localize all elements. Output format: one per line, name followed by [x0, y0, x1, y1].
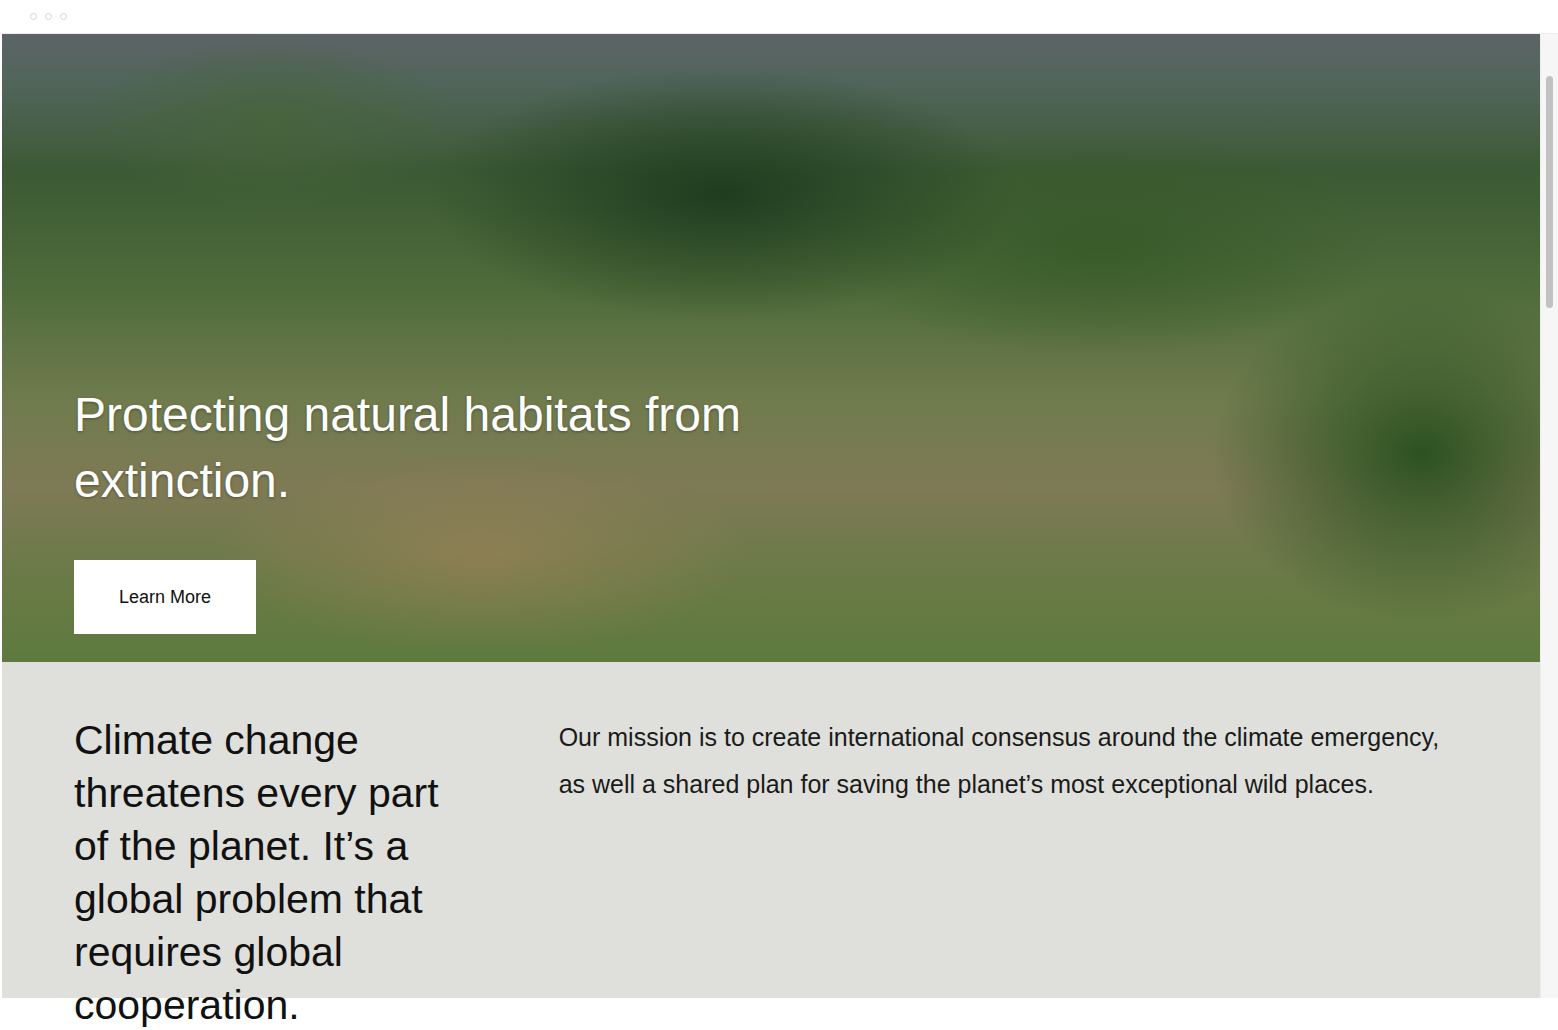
intro: Climate change threatens every part of t… [2, 662, 1540, 998]
intro-text: Our mission is to create international c… [559, 714, 1470, 807]
hero-title: Protecting natural habitats from extinct… [74, 382, 874, 514]
window-dot[interactable] [30, 13, 37, 20]
intro-heading: Climate change threatens every part of t… [74, 714, 479, 1030]
window-dot[interactable] [45, 13, 52, 20]
scroll-thumb[interactable] [1546, 76, 1553, 308]
hero: Protecting natural habitats from extinct… [2, 34, 1540, 662]
learn-more-button[interactable]: Learn More [74, 560, 256, 634]
window-dot[interactable] [60, 13, 67, 20]
page: Protecting natural habitats from extinct… [0, 34, 1540, 998]
browser-bar [0, 0, 1558, 34]
scrollbar[interactable] [1540, 34, 1558, 998]
